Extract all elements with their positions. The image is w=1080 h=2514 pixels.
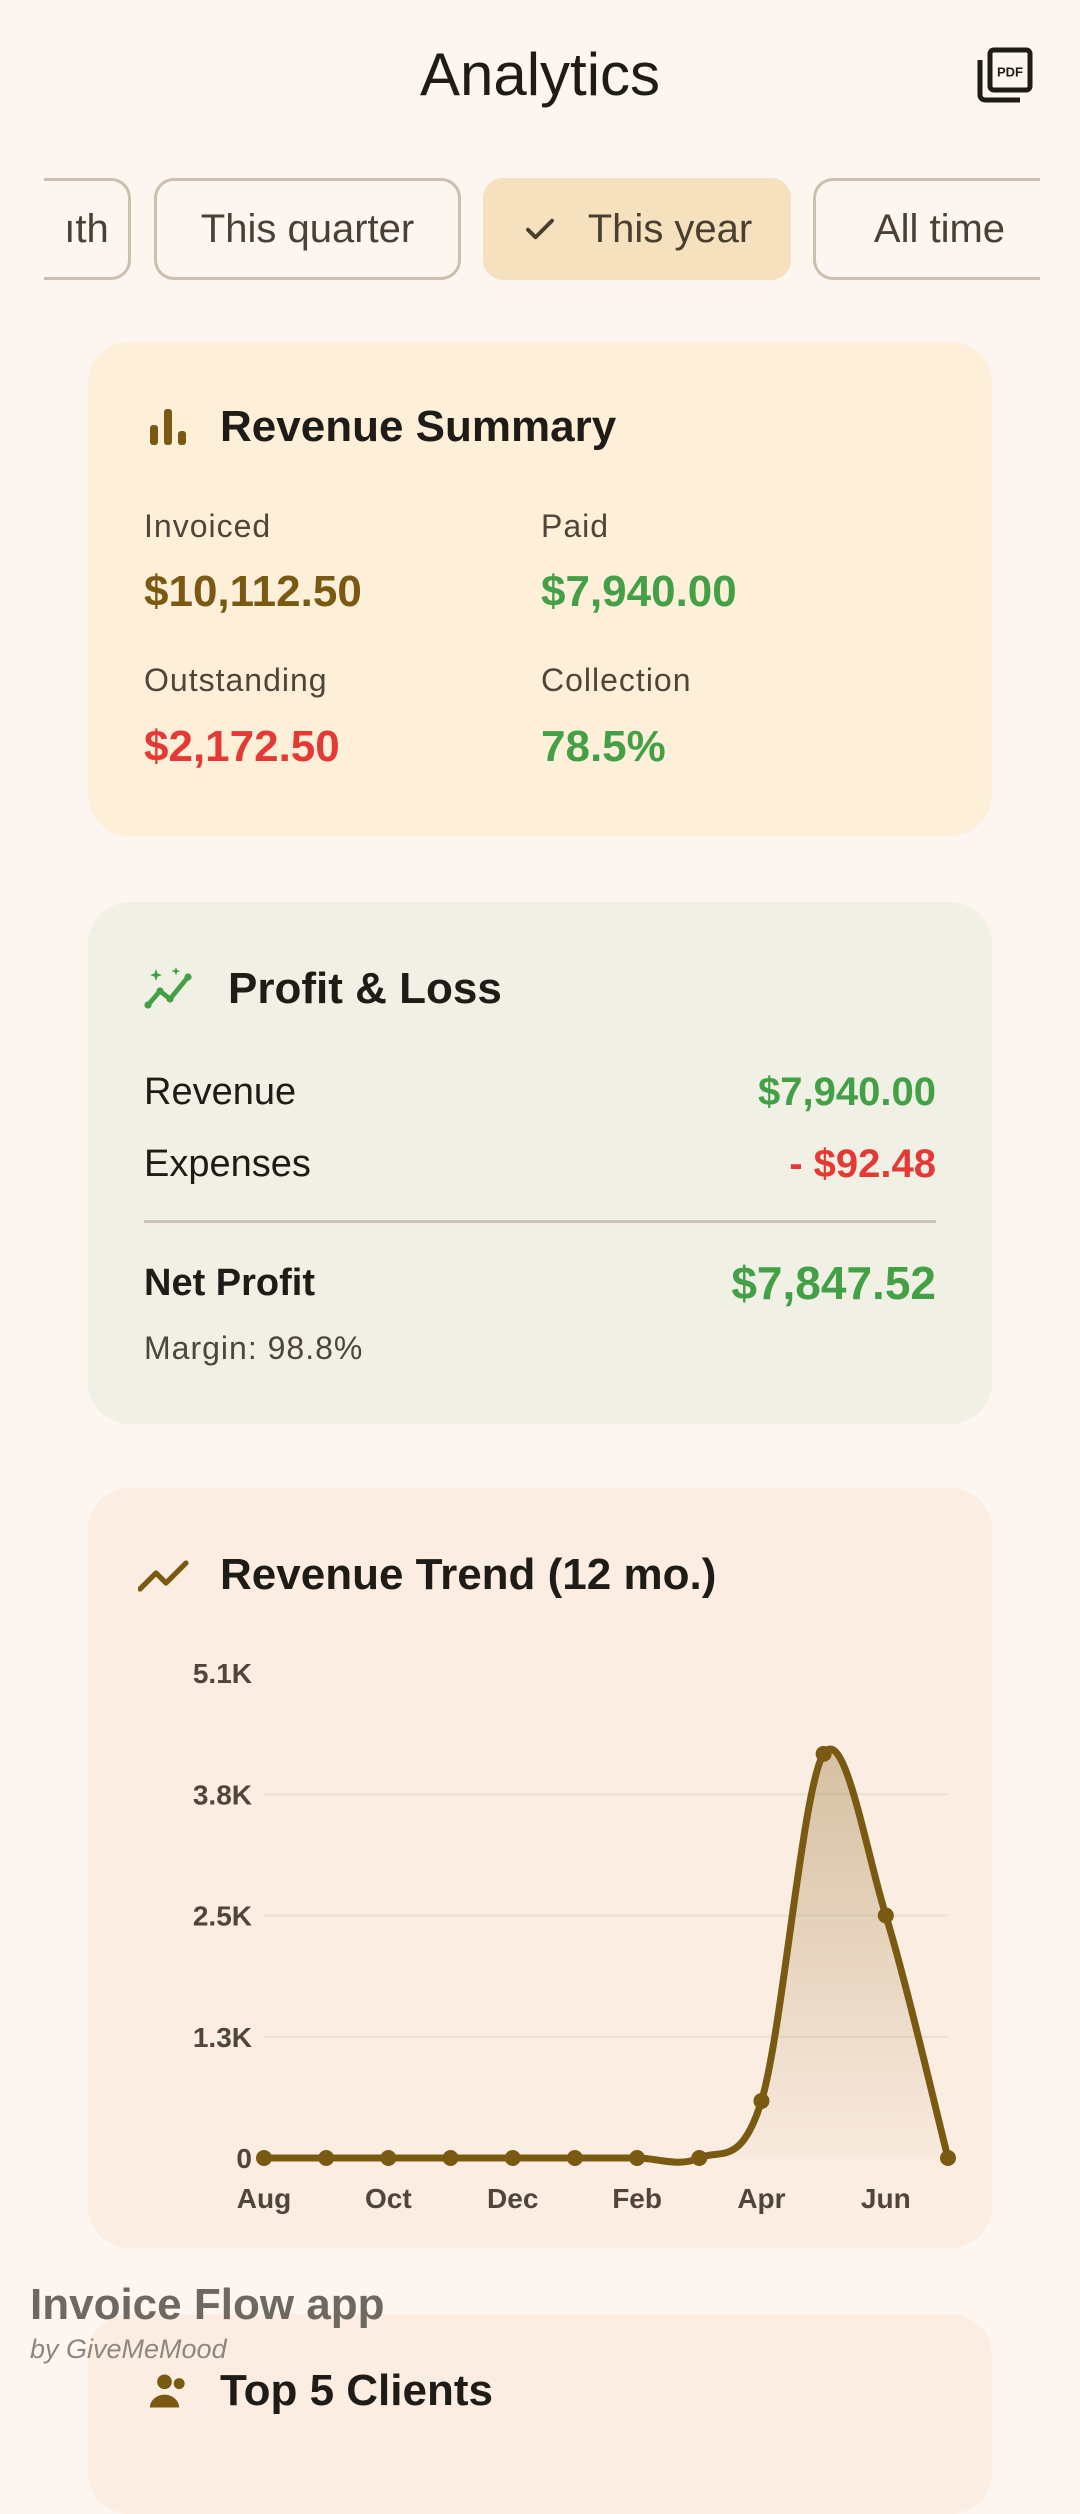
paid-value: $7,940.00 bbox=[541, 567, 737, 616]
revenue-area bbox=[264, 1749, 948, 2163]
expenses-row: Expenses - $92.48 bbox=[144, 1142, 936, 1187]
net-profit-value: $7,847.52 bbox=[731, 1257, 936, 1309]
watermark-title: Invoice Flow app bbox=[30, 2280, 385, 2329]
data-point bbox=[442, 2150, 459, 2166]
paid-label: Paid bbox=[541, 508, 610, 544]
data-point bbox=[256, 2150, 272, 2166]
y-tick-label: 5.1K bbox=[193, 1658, 252, 1689]
card-title: Revenue Summary bbox=[220, 402, 617, 451]
data-point bbox=[504, 2150, 521, 2166]
x-tick-label: Aug bbox=[237, 2183, 291, 2214]
page-title: Analytics bbox=[419, 41, 661, 108]
divider bbox=[144, 1220, 936, 1223]
sparkle-trend-icon bbox=[144, 967, 192, 1009]
date-range-filter-row[interactable]: ıth This quarter This year All time bbox=[44, 178, 1040, 284]
x-tick-label: Feb bbox=[612, 2183, 662, 2214]
people-icon bbox=[149, 2374, 185, 2408]
chip-label: This quarter bbox=[200, 206, 415, 251]
revenue-row: Revenue $7,940.00 bbox=[144, 1070, 936, 1115]
invoiced-label: Invoiced bbox=[144, 508, 272, 544]
data-point bbox=[691, 2150, 708, 2166]
check-icon bbox=[522, 211, 558, 247]
revenue-trend-chart-svg: 0 1.3K 2.5K 3.8K 5.1K Aug Oct Dec Feb Apr Jun bbox=[193, 1658, 956, 2214]
data-point bbox=[566, 2150, 583, 2166]
x-tick-label: Oct bbox=[365, 2183, 412, 2214]
profit-loss-header: Profit & Loss bbox=[144, 964, 502, 1014]
chip-label: ıth bbox=[64, 206, 109, 251]
card-title: Top 5 Clients bbox=[220, 2366, 493, 2415]
data-point bbox=[380, 2150, 397, 2166]
chip-all-time[interactable]: All time bbox=[813, 178, 1040, 280]
expenses-value: - $92.48 bbox=[789, 1142, 936, 1186]
revenue-value: $7,940.00 bbox=[758, 1070, 936, 1114]
chip-this-quarter[interactable]: This quarter bbox=[154, 178, 461, 280]
y-tick-label: 2.5K bbox=[193, 1901, 252, 1932]
y-tick-label: 0 bbox=[236, 2143, 252, 2174]
chip-label: All time bbox=[873, 206, 1006, 251]
revenue-trend-card: Revenue Trend (12 mo.) 0 1.3K 2.5K 3.8K 5.1K… bbox=[88, 1488, 992, 2248]
top-app-bar: Analytics PDF bbox=[0, 0, 1080, 150]
outstanding-value: $2,172.50 bbox=[144, 722, 340, 771]
data-point bbox=[940, 2150, 956, 2166]
card-title: Profit & Loss bbox=[228, 964, 502, 1013]
y-tick-label: 3.8K bbox=[193, 1779, 252, 1810]
data-point bbox=[318, 2150, 335, 2166]
svg-text:PDF: PDF bbox=[997, 64, 1023, 79]
net-profit-label: Net Profit bbox=[144, 1261, 315, 1304]
collection-label: Collection bbox=[541, 662, 692, 698]
data-point bbox=[629, 2150, 646, 2166]
pdf-export-icon: PDF bbox=[977, 47, 1033, 103]
x-tick-label: Dec bbox=[487, 2183, 538, 2214]
margin-text: Margin: 98.8% bbox=[144, 1330, 364, 1366]
revenue-trend-chart: 0 1.3K 2.5K 3.8K 5.1K Aug Oct Dec Feb Apr Jun bbox=[88, 1638, 992, 2238]
app-watermark: Invoice Flow app by GiveMeMood bbox=[30, 2280, 385, 2365]
outstanding-label: Outstanding bbox=[144, 662, 328, 698]
export-pdf-button[interactable]: PDF bbox=[970, 40, 1040, 110]
data-point bbox=[753, 2092, 770, 2109]
x-tick-label: Apr bbox=[737, 2183, 785, 2214]
watermark-subtitle: by GiveMeMood bbox=[30, 2334, 227, 2364]
chip-this-year[interactable]: This year bbox=[483, 178, 791, 280]
chip-label: This year bbox=[587, 206, 753, 251]
data-point bbox=[877, 1907, 894, 1924]
revenue-summary-header: Revenue Summary bbox=[144, 402, 616, 452]
top-clients-header: Top 5 Clients bbox=[148, 2366, 493, 2416]
bar-chart-icon bbox=[150, 409, 186, 445]
revenue-trend-header: Revenue Trend (12 mo.) bbox=[138, 1550, 716, 1600]
invoiced-value: $10,112.50 bbox=[144, 567, 362, 616]
x-tick-label: Jun bbox=[861, 2183, 911, 2214]
data-point bbox=[815, 1745, 832, 1762]
y-tick-label: 1.3K bbox=[193, 2022, 252, 2053]
collection-value: 78.5% bbox=[541, 722, 666, 771]
profit-loss-card: Profit & Loss Revenue $7,940.00 Expenses… bbox=[88, 902, 992, 1424]
card-title: Revenue Trend (12 mo.) bbox=[220, 1550, 717, 1599]
revenue-summary-card: Revenue Summary Invoiced $10,112.50 Paid… bbox=[88, 342, 992, 836]
net-profit-row: Net Profit $7,847.52 bbox=[144, 1256, 936, 1310]
trend-line-icon bbox=[138, 1560, 189, 1592]
expenses-label: Expenses bbox=[144, 1143, 311, 1185]
revenue-label: Revenue bbox=[144, 1071, 297, 1113]
chip-this-month[interactable]: ıth bbox=[44, 178, 131, 280]
